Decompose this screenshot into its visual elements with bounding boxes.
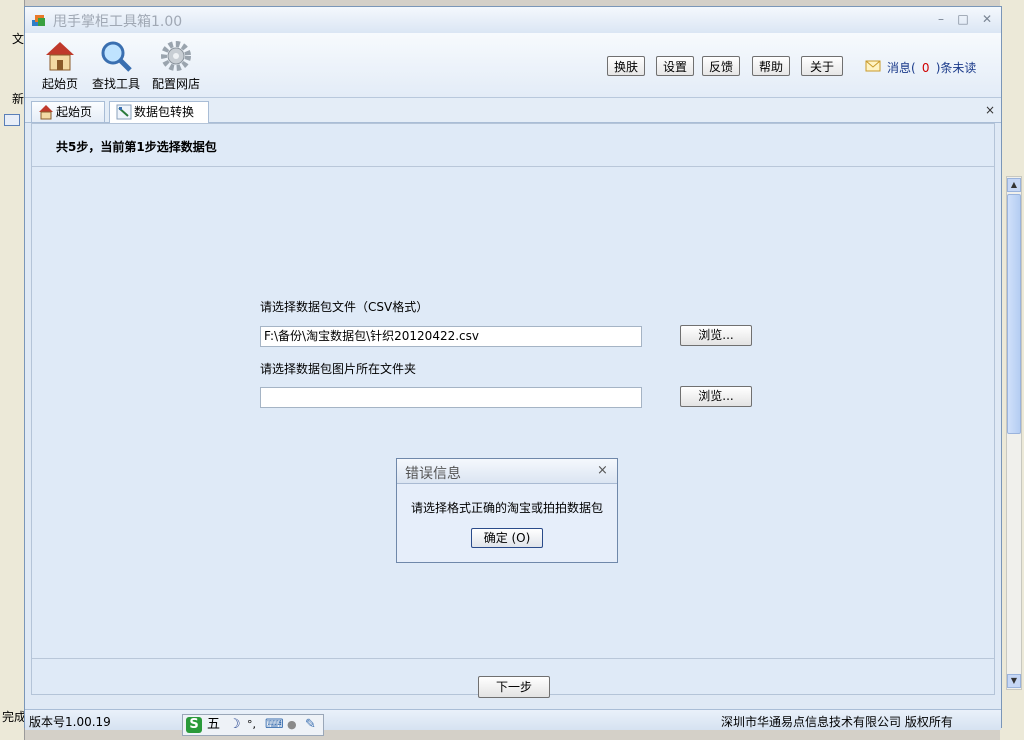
dialog-close-icon[interactable]: × — [597, 463, 608, 478]
tab-label: 数据包转换 — [134, 105, 195, 119]
divider — [32, 166, 994, 167]
scroll-thumb[interactable] — [1007, 194, 1021, 434]
csv-browse-button[interactable]: 浏览... — [680, 325, 752, 346]
maximize-button[interactable]: □ — [955, 12, 971, 26]
tool-config-label: 配置网店 — [151, 77, 200, 91]
main-window: 甩手掌柜工具箱1.00 – □ ✕ 起始页 查找工具 配置网店 换肤 设置 反馈… — [24, 6, 1002, 730]
skin-button[interactable]: 换肤 — [607, 56, 645, 76]
ime-keyboard-icon[interactable]: ⌨ — [265, 717, 284, 733]
ime-logo-icon[interactable]: S — [186, 717, 202, 733]
message-prefix: 消息( — [887, 61, 916, 75]
home-icon — [39, 105, 53, 120]
message-link[interactable]: 消息( 0 )条未读 — [887, 59, 976, 76]
help-button[interactable]: 帮助 — [752, 56, 790, 76]
toolbar: 起始页 查找工具 配置网店 换肤 设置 反馈 帮助 关于 消息(0)条未读 — [25, 33, 1001, 98]
ime-punct-icon[interactable]: °, — [247, 717, 256, 733]
window-title: 甩手掌柜工具箱1.00 — [53, 14, 183, 30]
message-icon[interactable] — [865, 57, 881, 73]
tab-start-page[interactable]: 起始页 — [31, 101, 105, 122]
image-folder-label: 请选择数据包图片所在文件夹 — [260, 362, 417, 376]
divider — [32, 658, 994, 659]
title-bar: 甩手掌柜工具箱1.00 – □ ✕ — [25, 7, 1001, 33]
wizard-panel: 共5步，当前第1步选择数据包 请选择数据包文件（CSV格式） F:\备份\淘宝数… — [31, 123, 995, 698]
background-app-left — [0, 0, 25, 740]
image-folder-input[interactable] — [260, 387, 642, 408]
csv-file-label: 请选择数据包文件（CSV格式） — [260, 300, 429, 314]
dialog-ok-button[interactable]: 确定 (O) — [471, 528, 543, 548]
tab-label: 起始页 — [56, 105, 93, 119]
ime-toolbar: S 五 ☽ °, ⌨ ● ✎ — [182, 714, 324, 736]
tab-data-convert[interactable]: 数据包转换 — [109, 101, 209, 123]
ime-mode-icon[interactable]: 五 — [207, 717, 220, 733]
step-indicator: 共5步，当前第1步选择数据包 — [56, 140, 217, 154]
ime-tool-icon[interactable]: ✎ — [305, 717, 316, 733]
ime-moon-icon[interactable]: ☽ — [229, 717, 241, 733]
gear-icon — [161, 41, 191, 71]
message-suffix: )条未读 — [935, 61, 977, 75]
tool-config-button[interactable]: 配置网店 — [141, 39, 211, 95]
minimize-button[interactable]: – — [933, 12, 949, 26]
background-menu-text: 文 — [12, 32, 25, 46]
convert-icon — [116, 104, 132, 120]
scroll-up-icon[interactable]: ▲ — [1007, 178, 1021, 192]
next-step-button[interactable]: 下一步 — [478, 676, 550, 698]
magnifier-icon — [101, 41, 132, 72]
close-tab-icon[interactable]: × — [985, 103, 995, 117]
copyright-text: 深圳市华通易点信息技术有限公司 版权所有 — [721, 715, 953, 729]
folder-browse-button[interactable]: 浏览... — [680, 386, 752, 407]
status-bar: 版本号1.00.19 深圳市华通易点信息技术有限公司 版权所有 — [25, 709, 1001, 730]
close-window-button[interactable]: ✕ — [979, 12, 995, 26]
background-expand-icon[interactable] — [4, 114, 20, 126]
ime-user-icon[interactable]: ● — [287, 717, 297, 733]
error-dialog: 错误信息 × 请选择格式正确的淘宝或拍拍数据包 确定 (O) — [396, 458, 618, 563]
tab-strip: 起始页 数据包转换 — [25, 98, 1001, 123]
background-done-text: 完成 — [2, 710, 27, 724]
settings-button[interactable]: 设置 — [656, 56, 694, 76]
scroll-down-icon[interactable]: ▼ — [1007, 674, 1021, 688]
csv-file-input[interactable]: F:\备份\淘宝数据包\针织20120422.csv — [260, 326, 642, 347]
app-logo-icon — [32, 15, 45, 26]
background-new-text: 新 — [12, 92, 25, 106]
dialog-title: 错误信息 — [405, 466, 461, 482]
about-button[interactable]: 关于 — [801, 56, 843, 76]
dialog-message: 请选择格式正确的淘宝或拍拍数据包 — [411, 501, 604, 515]
version-text: 版本号1.00.19 — [29, 715, 111, 729]
home-icon — [46, 42, 74, 71]
message-count: 0 — [921, 61, 930, 75]
dialog-title-bar: 错误信息 × — [397, 459, 617, 484]
feedback-button[interactable]: 反馈 — [702, 56, 740, 76]
